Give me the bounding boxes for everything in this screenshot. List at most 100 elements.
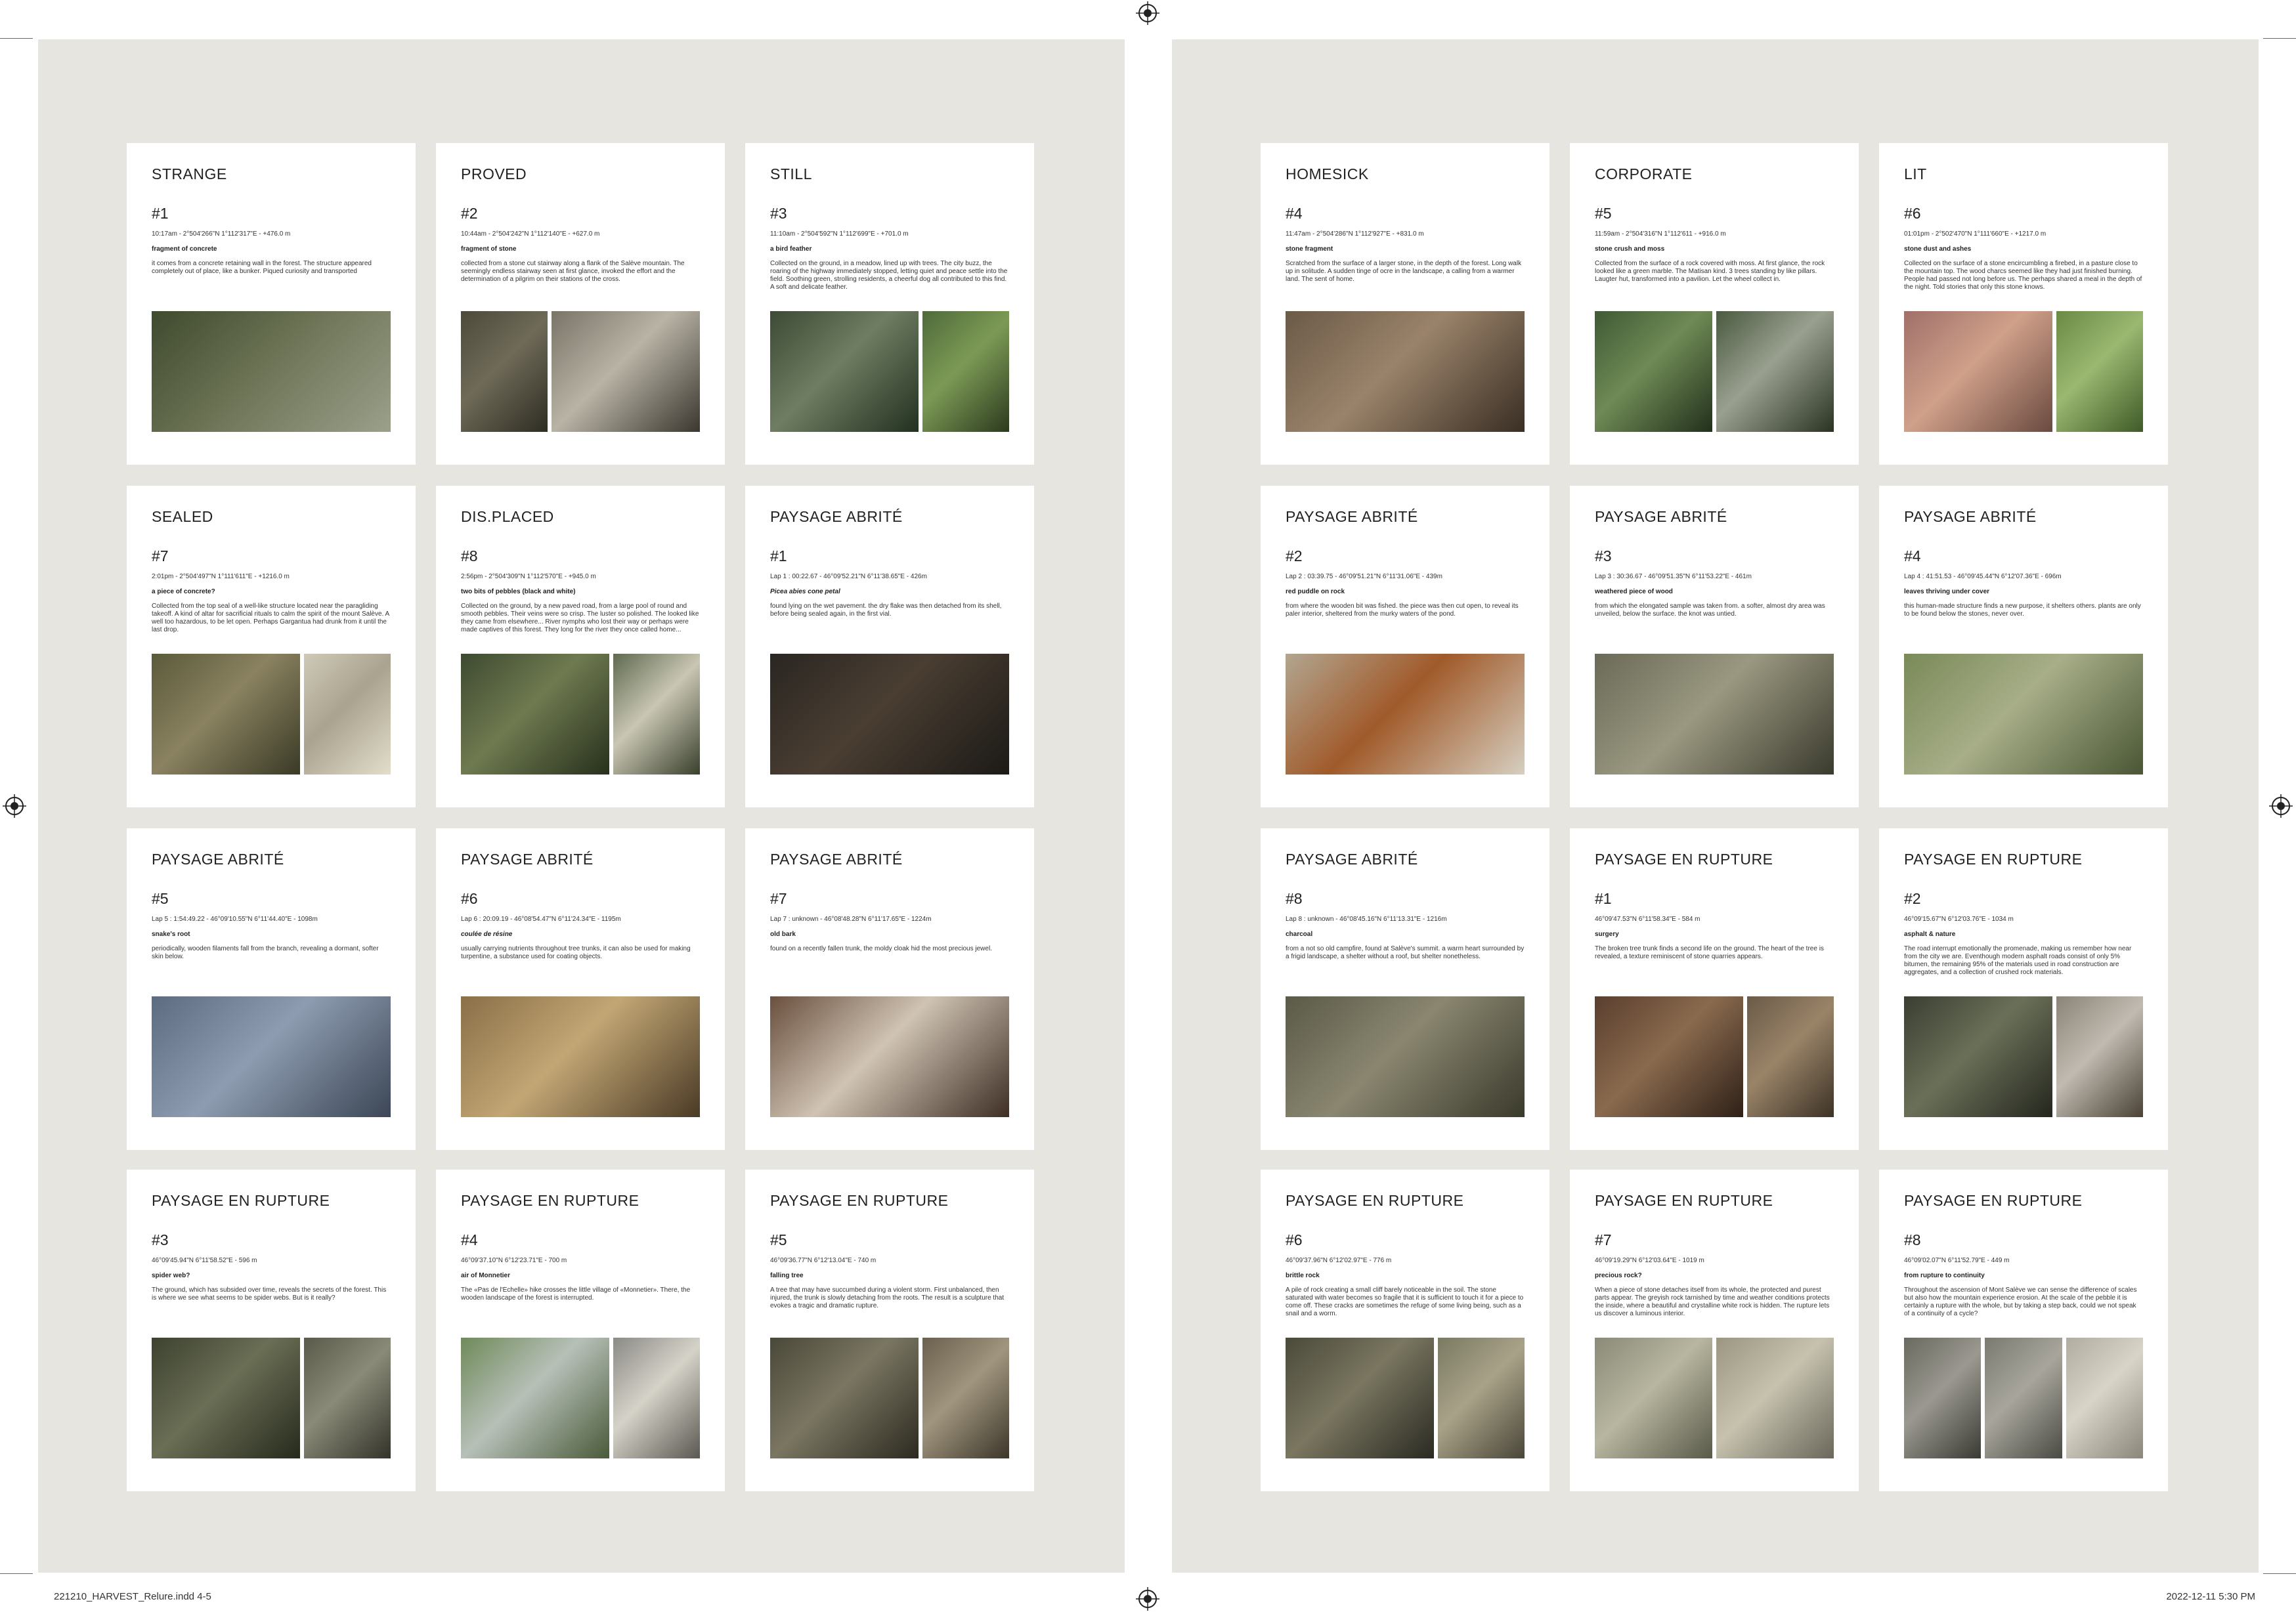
card-subtitle: stone crush and moss	[1595, 245, 1665, 253]
specimen-photo	[461, 654, 609, 775]
specimen-photo	[1716, 1338, 1834, 1458]
card-description: Collected on the ground, in a meadow, li…	[770, 260, 1008, 291]
specimen-card: PAYSAGE ABRITÉ #7 Lap 7 : unknown - 46°08'…	[745, 828, 1034, 1150]
card-number: #7	[770, 890, 787, 907]
card-number: #1	[1595, 890, 1612, 907]
card-description: Scratched from the surface of a larger s…	[1286, 260, 1522, 283]
registration-mark-bottom	[1136, 1587, 1159, 1611]
photo-group	[1595, 1338, 1834, 1458]
card-title: STILL	[770, 165, 812, 182]
card-number: #8	[1286, 890, 1303, 907]
specimen-photo	[1286, 654, 1525, 775]
card-coordinates: 46°09'37.10"N 6°12'23.71"E - 700 m	[461, 1257, 567, 1264]
specimen-photo	[1437, 1338, 1525, 1458]
card-description: this human-made structure finds a new pu…	[1904, 603, 2141, 618]
registration-mark-top	[1136, 1, 1159, 25]
registration-mark-left	[3, 794, 26, 818]
specimen-card: PAYSAGE EN RUPTURE #1 46°09'47.53"N 6°11'5…	[1570, 828, 1859, 1150]
card-number: #4	[1286, 205, 1303, 222]
photo-group	[1595, 311, 1834, 432]
card-number: #2	[461, 205, 478, 222]
card-title: PAYSAGE ABRITÉ	[770, 851, 903, 868]
specimen-card: PAYSAGE ABRITÉ #6 Lap 6 : 20:09.19 - 46°08…	[436, 828, 725, 1150]
photo-group	[1904, 1338, 2143, 1458]
specimen-card: HOMESICK #4 11:47am - 2°504'286"N 1°112'92…	[1261, 143, 1549, 465]
card-number: #1	[152, 205, 169, 222]
card-subtitle: a bird feather	[770, 245, 812, 253]
card-description: The «Pas de l'Échelle» hike crosses the …	[461, 1286, 691, 1302]
card-description: found lying on the wet pavement. the dry…	[770, 603, 1002, 618]
specimen-photo	[770, 996, 1009, 1117]
card-description: The ground, which has subsided over time…	[152, 1286, 387, 1302]
card-title: PROVED	[461, 165, 527, 182]
card-coordinates: Lap 3 : 30:36.67 - 46°09'51.35"N 6°11'53…	[1595, 573, 1752, 580]
photo-group	[152, 996, 391, 1117]
specimen-photo	[1904, 996, 2052, 1117]
card-subtitle: spider web?	[152, 1272, 190, 1279]
specimen-photo	[1904, 1338, 1982, 1458]
card-title: PAYSAGE ABRITÉ	[1286, 508, 1418, 525]
card-title: PAYSAGE EN RUPTURE	[770, 1192, 949, 1209]
card-title: PAYSAGE ABRITÉ	[1595, 508, 1727, 525]
specimen-photo	[770, 1338, 919, 1458]
specimen-photo	[1286, 996, 1525, 1117]
card-number: #4	[461, 1231, 478, 1248]
specimen-photo	[922, 311, 1009, 432]
card-title: CORPORATE	[1595, 165, 1693, 182]
card-coordinates: 11:47am - 2°504'286"N 1°112'927"E - +831…	[1286, 230, 1424, 238]
card-title: PAYSAGE ABRITÉ	[770, 508, 903, 525]
specimen-card: PROVED #2 10:44am - 2°504'242"N 1°112'140"…	[436, 143, 725, 465]
specimen-photo	[922, 1338, 1009, 1458]
photo-group	[1904, 996, 2143, 1117]
card-subtitle: snake's root	[152, 931, 190, 938]
specimen-photo	[1286, 311, 1525, 432]
card-subtitle: air of Monnetier	[461, 1272, 511, 1279]
card-title: PAYSAGE ABRITÉ	[152, 851, 284, 868]
card-title: PAYSAGE ABRITÉ	[1904, 508, 2037, 525]
specimen-photo	[303, 654, 391, 775]
card-coordinates: 01:01pm - 2°502'470"N 1°111'660"E - +121…	[1904, 230, 2047, 238]
footer-filename: 221210_HARVEST_Relure.indd 4-5	[54, 1591, 211, 1602]
card-number: #5	[152, 890, 169, 907]
card-number: #4	[1904, 547, 1921, 564]
card-subtitle: fragment of concrete	[152, 245, 217, 253]
card-number: #3	[1595, 547, 1612, 564]
specimen-card: DIS.PLACED #8 2:56pm - 2°504'309"N 1°112'5…	[436, 486, 725, 807]
card-coordinates: 46°09'02.07"N 6°11'52.79"E - 449 m	[1904, 1257, 2010, 1264]
card-number: #8	[461, 547, 478, 564]
specimen-photo	[1595, 311, 1712, 432]
photo-group	[152, 1338, 391, 1458]
card-description: Collected on the ground, by a new paved …	[461, 603, 699, 633]
card-subtitle: Picea abies cone petal	[770, 588, 840, 595]
card-description: When a piece of stone detaches itself fr…	[1595, 1286, 1830, 1317]
registration-mark-right	[2269, 794, 2293, 818]
specimen-photo	[2056, 996, 2143, 1117]
card-description: The broken tree trunk finds a second lif…	[1595, 945, 1824, 960]
card-description: from which the elongated sample was take…	[1595, 603, 1825, 618]
specimen-photo	[1595, 996, 1743, 1117]
specimen-card: STILL #3 11:10am - 2°504'592"N 1°112'699"E…	[745, 143, 1034, 465]
specimen-card: PAYSAGE EN RUPTURE #3 46°09'45.94"N 6°11'5…	[127, 1170, 416, 1491]
card-description: The road interrupt emotionally the prome…	[1904, 945, 2132, 976]
specimen-card: PAYSAGE ABRITÉ #2 Lap 2 : 03:39.75 - 46°09…	[1261, 486, 1549, 807]
specimen-photo	[1595, 654, 1834, 775]
card-title: HOMESICK	[1286, 165, 1369, 182]
card-title: PAYSAGE EN RUPTURE	[1904, 1192, 2083, 1209]
photo-group	[461, 996, 700, 1117]
card-description: Collected from the surface of a rock cov…	[1595, 260, 1825, 283]
photo-group	[152, 311, 391, 432]
card-subtitle: asphalt & nature	[1904, 931, 1956, 938]
photo-group	[1904, 311, 2143, 432]
card-title: PAYSAGE EN RUPTURE	[1595, 1192, 1773, 1209]
card-coordinates: 46°09'15.67"N 6°12'03.76"E - 1034 m	[1904, 916, 2014, 923]
card-number: #6	[461, 890, 478, 907]
specimen-photo	[461, 996, 700, 1117]
card-coordinates: 11:59am - 2°504'316"N 1°112'611 - +916.0…	[1595, 230, 1726, 238]
card-subtitle: leaves thriving under cover	[1904, 588, 1990, 595]
card-title: SEALED	[152, 508, 213, 525]
specimen-photo	[1716, 311, 1834, 432]
photo-group	[1286, 1338, 1525, 1458]
card-coordinates: 11:10am - 2°504'592"N 1°112'699"E - +701…	[770, 230, 909, 238]
card-title: DIS.PLACED	[461, 508, 554, 525]
specimen-photo	[152, 1338, 300, 1458]
